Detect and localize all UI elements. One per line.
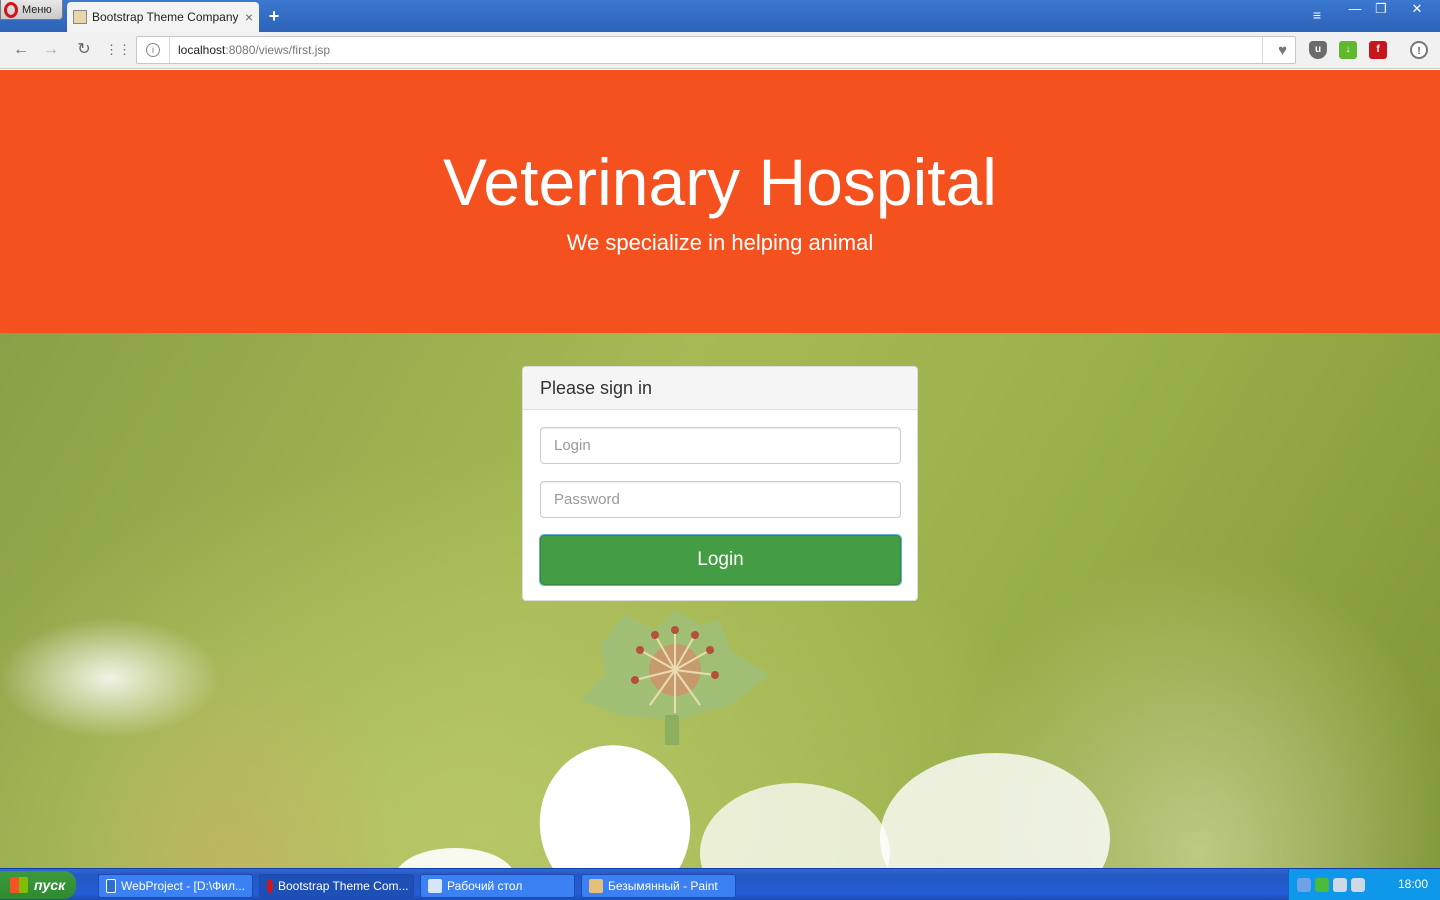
taskbar-item-webproject[interactable]: WebProject - [D:\Фил... xyxy=(98,874,253,898)
close-window-icon[interactable]: ✕ xyxy=(1394,0,1440,20)
tab-menu-icon[interactable]: ≡ xyxy=(1308,6,1326,24)
ublock-icon[interactable]: u xyxy=(1309,41,1327,59)
browser-nav-bar: ← → ↻ ⋮⋮⋮ i localhost :8080/views/first.… xyxy=(0,32,1440,69)
lan-icon[interactable] xyxy=(1333,878,1347,892)
opera-menu-button[interactable]: Меню xyxy=(0,0,63,20)
password-input[interactable] xyxy=(540,481,901,518)
flower-petal xyxy=(880,753,1110,868)
windows-logo-icon xyxy=(10,877,28,893)
signin-heading: Please sign in xyxy=(523,367,917,410)
bookmark-separator xyxy=(1262,37,1263,63)
page-favicon xyxy=(73,10,87,24)
restore-icon[interactable]: ❐ xyxy=(1368,0,1394,20)
antivirus-icon[interactable] xyxy=(1315,878,1329,892)
back-arrow-icon[interactable]: ← xyxy=(10,39,32,61)
address-path: :8080/views/first.jsp xyxy=(225,43,331,57)
speed-dial-icon[interactable]: ⋮⋮⋮ xyxy=(105,39,144,61)
flower-petal xyxy=(700,783,890,868)
opera-icon xyxy=(4,1,18,18)
task-label: Рабочий стол xyxy=(447,879,523,893)
page-subtitle: We specialize in helping animal xyxy=(566,230,874,255)
browser-tab[interactable]: Bootstrap Theme Company × xyxy=(67,2,259,32)
address-bar[interactable]: i localhost :8080/views/first.jsp ♥ xyxy=(136,36,1296,64)
signin-panel: Please sign in Login xyxy=(522,366,918,601)
browser-tab-bar: Меню Bootstrap Theme Company × + ≡ — ❐ ✕ xyxy=(0,0,1440,32)
login-input[interactable] xyxy=(540,427,901,464)
windows-taskbar: пуск WebProject - [D:\Фил... Bootstrap T… xyxy=(0,868,1440,900)
folder-icon xyxy=(428,879,442,893)
start-label: пуск xyxy=(34,877,66,893)
network-icon[interactable] xyxy=(1297,878,1311,892)
opera-menu-label: Меню xyxy=(22,3,52,16)
task-label: WebProject - [D:\Фил... xyxy=(121,879,245,893)
heart-icon[interactable]: ♥ xyxy=(1278,42,1287,59)
flower-petal xyxy=(395,848,515,868)
forward-arrow-icon[interactable]: → xyxy=(40,39,62,61)
tab-title: Bootstrap Theme Company xyxy=(92,10,239,24)
ide-icon xyxy=(106,879,117,893)
address-separator xyxy=(169,37,170,63)
site-info-icon[interactable]: i xyxy=(146,43,160,57)
new-tab-button[interactable]: + xyxy=(266,6,282,26)
opera-icon xyxy=(267,879,273,893)
login-button[interactable]: Login xyxy=(539,534,902,586)
signin-form: Login xyxy=(523,410,917,602)
flower-bud xyxy=(580,610,770,745)
system-tray: 18:00 xyxy=(1288,869,1440,900)
flash-icon[interactable]: f xyxy=(1369,41,1387,59)
flower-petal xyxy=(525,731,705,868)
reload-icon[interactable]: ↻ xyxy=(73,39,95,61)
paint-icon xyxy=(589,879,603,893)
hero-banner: Veterinary Hospital We specialize in hel… xyxy=(0,70,1440,333)
task-label: Bootstrap Theme Com... xyxy=(278,879,409,893)
task-label: Безымянный - Paint xyxy=(608,879,718,893)
start-button[interactable]: пуск xyxy=(0,871,76,899)
minimize-icon[interactable]: — xyxy=(1342,0,1368,20)
update-icon[interactable]: ! xyxy=(1410,41,1428,59)
taskbar-item-desktop[interactable]: Рабочий стол xyxy=(420,874,575,898)
page-title: Veterinary Hospital xyxy=(443,145,997,219)
tab-close-icon[interactable]: × xyxy=(245,9,253,25)
address-host: localhost xyxy=(178,43,226,57)
download-icon[interactable]: ↓ xyxy=(1339,41,1357,59)
clock: 18:00 xyxy=(1397,877,1428,891)
taskbar-item-browser[interactable]: Bootstrap Theme Com... xyxy=(259,874,414,898)
lan-icon[interactable] xyxy=(1351,878,1365,892)
taskbar-item-paint[interactable]: Безымянный - Paint xyxy=(581,874,736,898)
window-controls: — ❐ ✕ xyxy=(1342,0,1440,20)
